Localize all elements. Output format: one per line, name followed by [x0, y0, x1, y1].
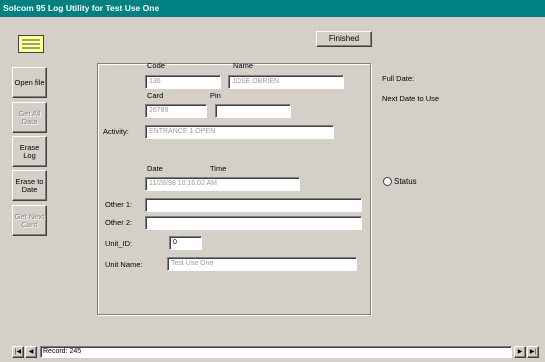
pin-label: Pin — [210, 91, 221, 100]
first-record-button[interactable]: |◀ — [12, 346, 24, 358]
last-record-button[interactable]: ▶| — [527, 346, 539, 358]
date-label: Date — [147, 164, 163, 173]
get-next-card-button[interactable]: Get Next Card — [12, 205, 47, 236]
name-label: Name — [233, 61, 254, 70]
code-label: Code — [147, 61, 165, 70]
record-indicator: Record: 245 — [40, 346, 512, 358]
name-field[interactable]: JOSE OBRIEN — [228, 75, 344, 89]
status-radio[interactable] — [383, 177, 392, 186]
previous-record-button[interactable]: ◀ — [25, 346, 37, 358]
status-label: Status — [394, 177, 417, 186]
open-file-button[interactable]: Open file — [12, 67, 47, 98]
unit-id-label: Unit_ID: — [105, 239, 133, 248]
status-option[interactable]: Status — [383, 177, 417, 186]
title-bar: Solcom 95 Log Utility for Test Use One — [0, 0, 545, 17]
other1-field[interactable] — [145, 198, 362, 212]
card-label: Card — [147, 91, 164, 100]
other2-label: Other 2: — [105, 218, 133, 227]
other1-label: Other 1: — [105, 200, 133, 209]
memo-icon[interactable] — [18, 35, 44, 53]
full-date-label: Full Date: — [382, 74, 415, 83]
get-all-data-button[interactable]: Get All Data — [12, 102, 47, 133]
pin-field[interactable] — [215, 104, 291, 118]
activity-field[interactable]: ENTRANCE 1 OPEN — [145, 125, 334, 139]
datetime-field[interactable]: 11/28/98 10:16:02 AM — [145, 177, 300, 191]
time-label: Time — [210, 164, 227, 173]
record-navigation-bar: |◀ ◀ Record: 245 ▶ ▶| — [0, 342, 545, 362]
unit-name-field[interactable]: Test Use One — [167, 257, 357, 271]
card-field[interactable]: 26789 — [145, 104, 207, 118]
form-area: Finished Open file Get All Data Erase Lo… — [0, 17, 545, 342]
activity-label: Activity: — [103, 127, 129, 136]
erase-to-date-button[interactable]: Erase to Date — [12, 170, 47, 201]
unit-name-label: Unit Name: — [105, 260, 143, 269]
other2-field[interactable] — [145, 216, 362, 230]
finished-button[interactable]: Finished — [316, 31, 372, 47]
next-date-label: Next Date to Use — [382, 94, 440, 103]
unit-id-field[interactable]: 0 — [169, 236, 202, 250]
next-record-button[interactable]: ▶ — [514, 346, 526, 358]
code-field[interactable]: 136 — [145, 75, 221, 89]
erase-log-button[interactable]: Erase Log — [12, 136, 47, 167]
window-title: Solcom 95 Log Utility for Test Use One — [3, 3, 160, 13]
